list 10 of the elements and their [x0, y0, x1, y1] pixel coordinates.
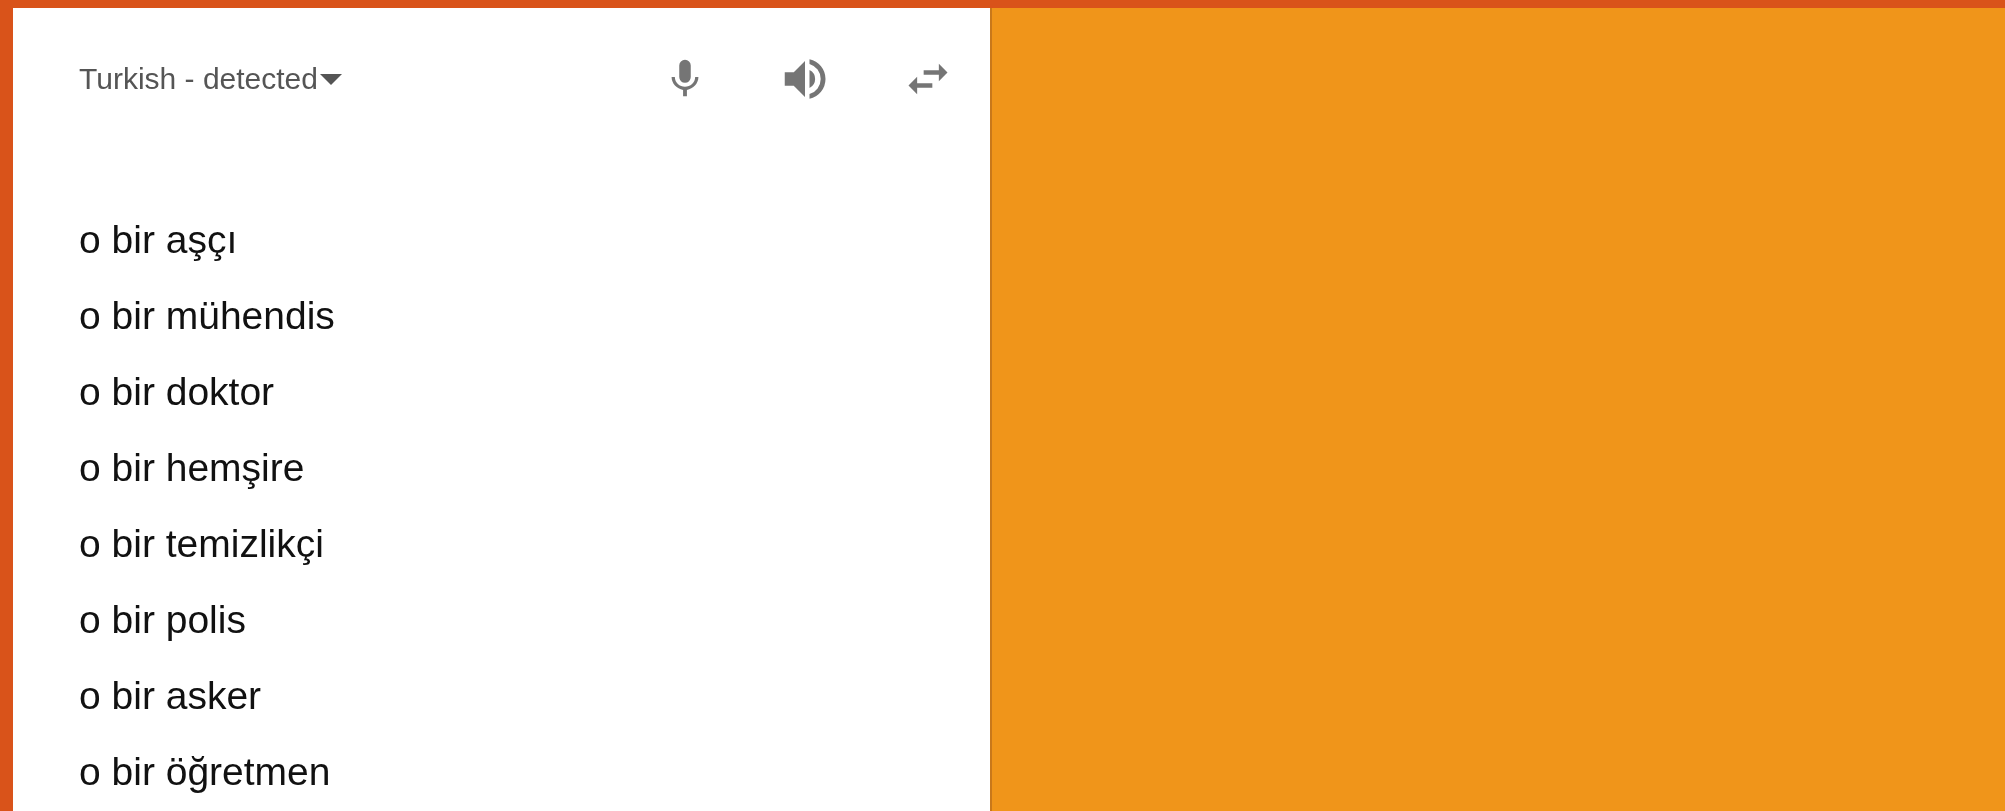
language-dropdown[interactable]: Turkish - detected: [79, 62, 342, 96]
source-text-line: o bir asker: [79, 673, 263, 719]
source-text-line: o bir öğretmen: [79, 749, 332, 795]
caret-icon: [320, 73, 342, 85]
source-text-line: o bir aşçı: [79, 217, 239, 263]
source-text-line: o bir mühendis: [79, 293, 336, 339]
source-text-line: o bir hemşire: [79, 445, 306, 491]
source-text-line: o bir doktor: [79, 369, 276, 415]
source-text-line: o bir temizlikçi: [79, 521, 325, 567]
source-text-line: o bir polis: [79, 597, 247, 643]
